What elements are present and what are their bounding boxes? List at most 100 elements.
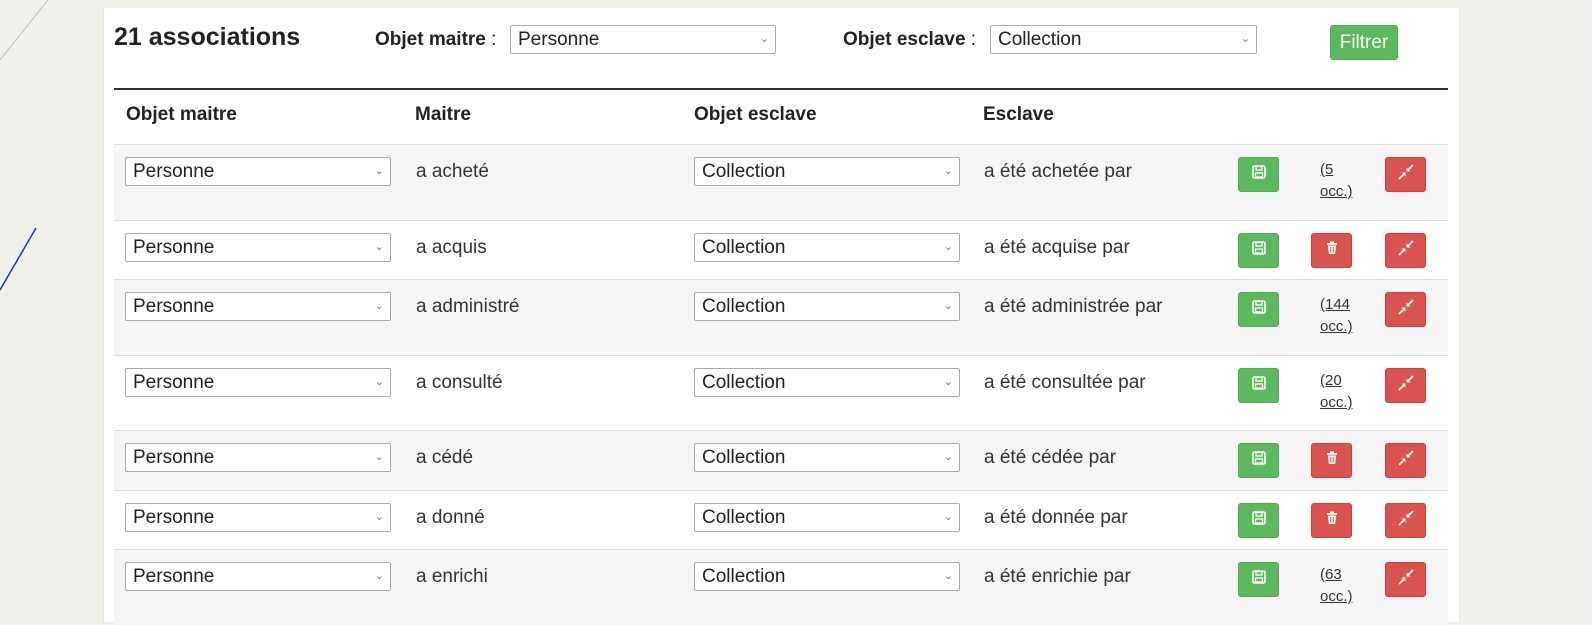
chevron-down-icon: ⌄ bbox=[374, 451, 384, 463]
chevron-down-icon: ⌄ bbox=[374, 570, 384, 582]
master-object-select[interactable]: Personne ⌄ bbox=[125, 503, 391, 532]
master-filter-label: Objet maitre : bbox=[375, 29, 497, 50]
chevron-down-icon: ⌄ bbox=[374, 241, 384, 253]
occurrences-link[interactable]: (63 occ.) bbox=[1320, 564, 1370, 608]
chevron-down-icon: ⌄ bbox=[943, 451, 953, 463]
save-button[interactable] bbox=[1238, 503, 1279, 538]
chevron-down-icon: ⌄ bbox=[374, 165, 384, 177]
chevron-down-icon: ⌄ bbox=[943, 300, 953, 312]
save-button[interactable] bbox=[1238, 233, 1279, 268]
slave-object-select[interactable]: Collection ⌄ bbox=[694, 562, 960, 591]
slave-relation-text: a été cédée par bbox=[984, 447, 1117, 468]
master-relation-text: a acheté bbox=[416, 161, 489, 182]
trash-icon bbox=[1324, 510, 1340, 531]
floppy-disk-icon bbox=[1251, 299, 1267, 320]
table-row: Personne ⌄ a acheté Collection ⌄ a été ach… bbox=[114, 144, 1448, 220]
master-relation-text: a acquis bbox=[416, 237, 487, 258]
master-relation-text: a cédé bbox=[416, 447, 474, 468]
column-header-master-object: Objet maitre bbox=[126, 104, 237, 125]
slave-object-select[interactable]: Collection ⌄ bbox=[694, 368, 960, 397]
compress-arrows-icon bbox=[1397, 163, 1415, 186]
slave-object-select[interactable]: Collection ⌄ bbox=[694, 443, 960, 472]
master-object-select[interactable]: Personne ⌄ bbox=[125, 292, 391, 321]
slave-relation-text: a été acquise par bbox=[984, 237, 1130, 258]
slave-object-select[interactable]: Collection ⌄ bbox=[694, 157, 960, 186]
delete-button[interactable] bbox=[1311, 443, 1352, 478]
slave-filter-select[interactable]: Collection ⌄ bbox=[990, 25, 1257, 54]
compress-arrows-icon bbox=[1397, 298, 1415, 321]
master-object-select[interactable]: Personne ⌄ bbox=[125, 368, 391, 397]
slave-object-select[interactable]: Collection ⌄ bbox=[694, 233, 960, 262]
compress-arrows-icon bbox=[1397, 509, 1415, 532]
chevron-down-icon: ⌄ bbox=[943, 241, 953, 253]
master-object-select[interactable]: Personne ⌄ bbox=[125, 562, 391, 591]
unlink-button[interactable] bbox=[1385, 503, 1426, 538]
master-filter-select[interactable]: Personne ⌄ bbox=[510, 25, 776, 54]
floppy-disk-icon bbox=[1251, 240, 1267, 261]
floppy-disk-icon bbox=[1251, 164, 1267, 185]
slave-relation-text: a été achetée par bbox=[984, 161, 1132, 182]
unlink-button[interactable] bbox=[1385, 292, 1426, 327]
floppy-disk-icon bbox=[1251, 450, 1267, 471]
unlink-button[interactable] bbox=[1385, 233, 1426, 268]
chevron-down-icon: ⌄ bbox=[374, 511, 384, 523]
filter-button[interactable]: Filtrer bbox=[1330, 25, 1398, 60]
table-row: Personne ⌄ a cédé Collection ⌄ a été cédée… bbox=[114, 430, 1448, 490]
save-button[interactable] bbox=[1238, 157, 1279, 192]
occurrences-link[interactable]: (20 occ.) bbox=[1320, 370, 1370, 414]
save-button[interactable] bbox=[1238, 368, 1279, 403]
chevron-down-icon: ⌄ bbox=[759, 33, 769, 45]
master-object-select[interactable]: Personne ⌄ bbox=[125, 443, 391, 472]
background-decoration bbox=[0, 0, 49, 291]
chevron-down-icon: ⌄ bbox=[943, 511, 953, 523]
delete-button[interactable] bbox=[1311, 233, 1352, 268]
slave-filter-label: Objet esclave : bbox=[843, 29, 977, 50]
unlink-button[interactable] bbox=[1385, 368, 1426, 403]
unlink-button[interactable] bbox=[1385, 157, 1426, 192]
trash-icon bbox=[1324, 240, 1340, 261]
occurrences-link[interactable]: (5 occ.) bbox=[1320, 159, 1370, 203]
floppy-disk-icon bbox=[1251, 569, 1267, 590]
filter-bar: 21 associations Objet maitre : Personne ⌄… bbox=[104, 8, 1459, 88]
chevron-down-icon: ⌄ bbox=[943, 570, 953, 582]
chevron-down-icon: ⌄ bbox=[943, 165, 953, 177]
master-relation-text: a enrichi bbox=[416, 566, 488, 587]
unlink-button[interactable] bbox=[1385, 562, 1426, 597]
slave-relation-text: a été donnée par bbox=[984, 507, 1128, 528]
compress-arrows-icon bbox=[1397, 449, 1415, 472]
table-row: Personne ⌄ a acquis Collection ⌄ a été acq… bbox=[114, 220, 1448, 279]
slave-relation-text: a été enrichie par bbox=[984, 566, 1131, 587]
chevron-down-icon: ⌄ bbox=[374, 300, 384, 312]
floppy-disk-icon bbox=[1251, 510, 1267, 531]
save-button[interactable] bbox=[1238, 562, 1279, 597]
column-header-slave: Esclave bbox=[983, 104, 1054, 125]
trash-icon bbox=[1324, 450, 1340, 471]
column-header-slave-object: Objet esclave bbox=[694, 104, 817, 125]
chevron-down-icon: ⌄ bbox=[374, 376, 384, 388]
association-count: 21 associations bbox=[114, 23, 301, 51]
master-object-select[interactable]: Personne ⌄ bbox=[125, 233, 391, 262]
master-relation-text: a administré bbox=[416, 296, 520, 317]
master-relation-text: a consulté bbox=[416, 372, 503, 393]
table-row: Personne ⌄ a consulté Collection ⌄ a été c… bbox=[114, 355, 1448, 430]
occurrences-link[interactable]: (144 occ.) bbox=[1320, 294, 1370, 338]
master-object-select[interactable]: Personne ⌄ bbox=[125, 157, 391, 186]
column-header-master: Maitre bbox=[415, 104, 471, 125]
slave-object-select[interactable]: Collection ⌄ bbox=[694, 292, 960, 321]
table-row: Personne ⌄ a administré Collection ⌄ a été… bbox=[114, 279, 1448, 355]
slave-relation-text: a été consultée par bbox=[984, 372, 1146, 393]
save-button[interactable] bbox=[1238, 443, 1279, 478]
unlink-button[interactable] bbox=[1385, 443, 1426, 478]
compress-arrows-icon bbox=[1397, 568, 1415, 591]
associations-panel: 21 associations Objet maitre : Personne ⌄… bbox=[103, 8, 1460, 625]
table-row: Personne ⌄ a donné Collection ⌄ a été donn… bbox=[114, 490, 1448, 549]
slave-relation-text: a été administrée par bbox=[984, 296, 1163, 317]
delete-button[interactable] bbox=[1311, 503, 1352, 538]
save-button[interactable] bbox=[1238, 292, 1279, 327]
chevron-down-icon: ⌄ bbox=[1240, 33, 1250, 45]
master-relation-text: a donné bbox=[416, 507, 485, 528]
chevron-down-icon: ⌄ bbox=[943, 376, 953, 388]
slave-object-select[interactable]: Collection ⌄ bbox=[694, 503, 960, 532]
compress-arrows-icon bbox=[1397, 239, 1415, 262]
floppy-disk-icon bbox=[1251, 375, 1267, 396]
